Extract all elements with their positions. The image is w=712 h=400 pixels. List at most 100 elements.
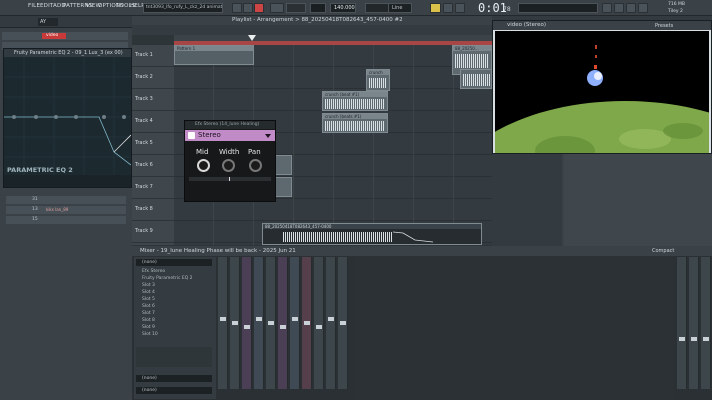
audio-clip-long[interactable]: 88_20250418T082643_457-0400 [262,223,482,245]
mixer-strip[interactable] [266,257,276,389]
fx-slot-2[interactable]: Fruity Parametric EQ 2 [136,276,212,282]
compact-view-button[interactable]: Compact [652,248,674,254]
piano-roll-icon[interactable] [638,3,648,13]
fx-slot-4[interactable]: Slot 4 [136,290,212,296]
channel-name-button[interactable]: video [42,33,66,39]
fx-slot-10[interactable]: Slot 10 [136,332,212,338]
output-selector-2[interactable]: (none) [136,387,212,394]
eq-window-title[interactable]: Fruity Parametric EQ 2 - 09_1 Lux_3 (ex … [4,49,131,57]
fader-handle[interactable] [316,325,322,329]
track-header-1[interactable]: Track 1 [132,45,174,67]
pattern-clip[interactable]: Pattern 1 [174,45,254,65]
audio-clip[interactable]: crunch (beat #1) [322,91,388,111]
fader-handle[interactable] [703,337,709,341]
fx-slot-1[interactable]: Efx Stereo [136,269,212,275]
fader-handle[interactable] [268,321,274,325]
menu-edit[interactable]: EDIT [40,3,54,9]
browser-icon[interactable] [602,3,612,13]
fx-slot-3[interactable]: Slot 3 [136,283,212,289]
fx-slot-5[interactable]: Slot 5 [136,297,212,303]
parametric-eq-window[interactable]: Fruity Parametric EQ 2 - 09_1 Lux_3 (ex … [3,48,132,188]
mixer-strip[interactable] [218,257,228,389]
countdown-toggle[interactable] [455,3,465,13]
mixer-strip[interactable] [254,257,264,389]
stereo-plugin-window[interactable]: Efx Stereo (14_lune Healing) Stereo Mid … [184,120,276,202]
track-header-2[interactable]: Track 2 [132,67,174,89]
fader-handle[interactable] [244,325,250,329]
pattern-selector[interactable] [310,3,326,13]
track-header-6[interactable]: Track 6 [132,155,174,177]
mixer-window[interactable]: Mixer - 19_lune Healing Phase will be ba… [132,246,712,400]
fader-handle[interactable] [328,317,334,321]
presets-tab[interactable]: Presets [655,23,673,29]
mixer-strip-right[interactable] [689,257,699,389]
preset-menu-icon[interactable] [265,134,271,138]
channel-row[interactable]: 31 [6,196,126,204]
snap-selector[interactable]: Line [388,3,412,13]
playhead-marker-icon[interactable] [248,35,256,41]
video-window[interactable]: video (Stereo) Presets [492,20,712,154]
playlist-timeline[interactable] [174,35,492,45]
fx-slot-8[interactable]: Slot 8 [136,318,212,324]
fader-handle[interactable] [220,317,226,321]
mixer-strip-right[interactable] [677,257,687,389]
mixer-strip[interactable] [338,257,348,389]
mixer-strip[interactable] [242,257,252,389]
fader-handle[interactable] [340,321,346,325]
fx-slot-6[interactable]: Slot 6 [136,304,212,310]
mixer-icon[interactable] [614,3,624,13]
video-preview [495,31,709,153]
record-button[interactable] [254,3,264,13]
mixer-strip-right[interactable] [701,257,711,389]
fader-handle[interactable] [256,317,262,321]
fader-handle[interactable] [679,337,685,341]
mixer-strip[interactable] [326,257,336,389]
track-header-9[interactable]: Track 9 [132,221,174,243]
width-knob[interactable] [222,159,235,172]
output-selector-1[interactable]: (none) [136,375,212,382]
pattern-song-toggle[interactable] [270,3,284,13]
playlist-title[interactable]: Playlist - Arrangement > 88_20250418T082… [132,16,492,25]
track-header-7[interactable]: Track 7 [132,177,174,199]
audio-clip[interactable]: crunch (beats #1) [322,113,388,133]
audio-clip[interactable] [274,177,292,197]
pan-knob[interactable] [249,159,262,172]
fx-slot-7[interactable]: Slot 7 [136,311,212,317]
mixer-strip[interactable] [290,257,300,389]
video-window-title[interactable]: video (Stereo) [493,21,711,30]
channel-name[interactable]: kiks lan_89 [46,207,68,212]
mid-knob[interactable] [197,159,210,172]
stereo-window-title[interactable]: Efx Stereo (14_lune Healing) [185,121,275,129]
mixer-strip[interactable] [278,257,288,389]
mixer-strip[interactable] [314,257,324,389]
mixer-strip[interactable] [302,257,312,389]
track-header-8[interactable]: Track 8 [132,199,174,221]
wait-input-toggle[interactable] [443,3,453,13]
typing-keyboard-toggle[interactable] [430,3,441,13]
channel-row[interactable]: 15 [6,216,126,224]
audio-clip[interactable] [274,155,292,175]
mixer-strip[interactable] [230,257,240,389]
menu-file[interactable]: FILE [28,3,40,9]
fader-handle[interactable] [280,325,286,329]
channel-row-video[interactable]: video [2,32,128,40]
fader-handle[interactable] [691,337,697,341]
input-selector[interactable]: (none) [136,259,212,266]
pattern-picker[interactable]: AY [38,18,58,26]
fader-handle[interactable] [304,321,310,325]
audio-clip[interactable] [460,69,492,89]
channel-rack-icon[interactable] [626,3,636,13]
metronome-icon[interactable] [286,3,306,13]
stop-button[interactable] [243,3,253,13]
fader-handle[interactable] [232,321,238,325]
audio-clip[interactable]: crunch [366,69,390,91]
channel-row[interactable]: 13 kiks lan_89 [6,206,126,214]
tempo-display[interactable]: 140.000 [330,3,356,13]
fader-handle[interactable] [292,317,298,321]
track-header-3[interactable]: Track 3 [132,89,174,111]
fx-slot-9[interactable]: Slot 9 [136,325,212,331]
track-header-5[interactable]: Track 5 [132,133,174,155]
track-header-4[interactable]: Track 4 [132,111,174,133]
eq-section[interactable] [136,347,212,367]
play-button[interactable] [232,3,242,13]
